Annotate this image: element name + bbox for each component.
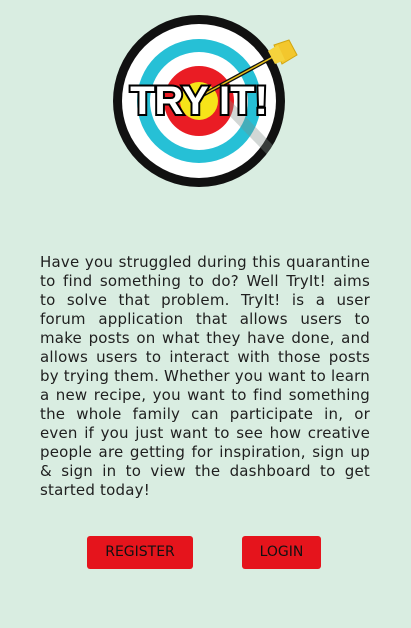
logo-wordmark: TRY IT! bbox=[128, 77, 270, 125]
tryit-logo: TRY IT! bbox=[108, 12, 304, 198]
login-button[interactable]: LOGIN bbox=[242, 536, 321, 569]
target-logo-icon: TRY IT! bbox=[113, 15, 298, 187]
auth-actions: REGISTER LOGIN bbox=[87, 536, 321, 569]
intro-description: Have you struggled during this quarantin… bbox=[40, 253, 370, 499]
logo-text: TRY IT! bbox=[130, 79, 268, 123]
landing-page: TRY IT! Have you struggled during this q… bbox=[0, 0, 411, 628]
register-button[interactable]: REGISTER bbox=[87, 536, 193, 569]
